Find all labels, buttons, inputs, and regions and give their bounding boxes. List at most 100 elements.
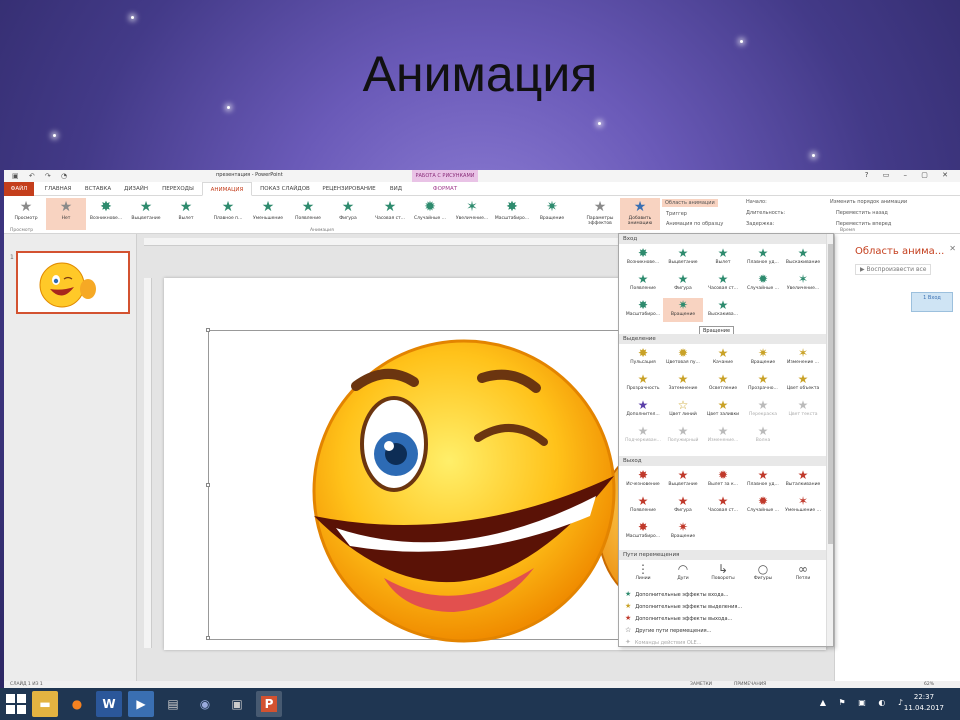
animation-list-item[interactable]: 1 Вход [911, 292, 953, 312]
tab-animation[interactable]: АНИМАЦИЯ [202, 182, 252, 196]
effect-swivel[interactable]: ✷ Вращение [532, 198, 572, 230]
effect-zoom[interactable]: ✸ Масштабиро... [492, 198, 532, 230]
gallery-exit-zoom[interactable]: ✸ Масштабиро... [623, 520, 663, 544]
effect-fade[interactable]: ★ Выцветание [126, 198, 166, 230]
gallery-scrollbar[interactable] [826, 234, 833, 646]
gallery-emphasis-spin[interactable]: ✷ Вращение [743, 346, 783, 370]
network-icon[interactable]: ◉ [192, 691, 218, 717]
gallery-entrance-fly[interactable]: ★ Вылет [703, 246, 743, 270]
explorer-icon[interactable]: ▬ [32, 691, 58, 717]
gallery-exit-wheel[interactable]: ★ Часовая ст... [703, 494, 743, 518]
effect-wheel[interactable]: ★ Часовая ст... [370, 198, 410, 230]
gallery-entrance-wheel[interactable]: ★ Часовая ст... [703, 272, 743, 296]
resize-handle[interactable] [206, 636, 210, 640]
media-icon[interactable]: ▶ [128, 691, 154, 717]
gallery-emphasis-transparent[interactable]: ★ Прозрачно... [743, 372, 783, 396]
folder-icon[interactable]: ▤ [160, 691, 186, 717]
gallery-emphasis-lighten[interactable]: ★ Осветление [703, 372, 743, 396]
effect-grow[interactable]: ✶ Увеличение... [452, 198, 492, 230]
gallery-exit-swivel[interactable]: ✷ Вращение [663, 520, 703, 544]
gallery-emphasis-complementary[interactable]: ★ Дополнител... [623, 398, 663, 422]
effect-float[interactable]: ★ Плавное п... [208, 198, 248, 230]
gallery-exit-shrink[interactable]: ✶ Уменьшение ... [783, 494, 823, 518]
resize-handle[interactable] [206, 328, 210, 332]
gallery-exit-random[interactable]: ✹ Случайные ... [743, 494, 783, 518]
effect-wipe[interactable]: ★ Появление [288, 198, 328, 230]
slide-thumbnail[interactable] [16, 251, 130, 314]
gallery-entrance-wipe[interactable]: ★ Появление [623, 272, 663, 296]
gallery-emphasis-object-color[interactable]: ★ Цвет объекта [783, 372, 823, 396]
gallery-path-loops[interactable]: ∞ Петли [783, 562, 823, 586]
vm-icon[interactable]: ▣ [224, 691, 250, 717]
firefox-icon[interactable]: ● [64, 691, 90, 717]
scrollbar-thumb[interactable] [828, 244, 833, 544]
move-earlier-button[interactable]: Переместить назад [836, 210, 888, 216]
gallery-entrance-swivel[interactable]: ✷ Вращение [663, 298, 703, 322]
gallery-exit-shape[interactable]: ★ Фигура [663, 494, 703, 518]
tab-home[interactable]: ГЛАВНАЯ [38, 182, 78, 196]
add-animation-button[interactable]: ★ Добавить анимацию [620, 198, 660, 230]
effect-options-button[interactable]: ★ Параметры эффектов [580, 198, 620, 230]
word-icon[interactable]: W [96, 691, 122, 717]
tab-file[interactable]: ФАЙЛ [4, 182, 34, 196]
gallery-exit-wipe[interactable]: ★ Появление [623, 494, 663, 518]
gallery-entrance-fade[interactable]: ★ Выцветание [663, 246, 703, 270]
gallery-emphasis-fill-color[interactable]: ★ Цвет заливки [703, 398, 743, 422]
move-later-button[interactable]: Переместить вперед [836, 221, 891, 227]
gallery-exit-float[interactable]: ★ Плавное уд... [743, 468, 783, 492]
start-button[interactable] [6, 694, 26, 714]
gallery-entrance-zoom[interactable]: ✸ Масштабиро... [623, 298, 663, 322]
gallery-exit-fade[interactable]: ★ Выцветание [663, 468, 703, 492]
notes-button[interactable]: ЗАМЕТКИ [690, 681, 712, 688]
animation-pane-button[interactable]: Область анимации [662, 199, 718, 207]
gallery-entrance-appear[interactable]: ✸ Возникнове... [623, 246, 663, 270]
tab-view[interactable]: ВИД [382, 182, 410, 196]
more-entrance-effects[interactable]: ★ Дополнительные эффекты входа... [625, 590, 728, 598]
gallery-entrance-grow[interactable]: ✶ Увеличение... [783, 272, 823, 296]
gallery-entrance-bounce[interactable]: ★ Выскакива... [703, 298, 743, 322]
gallery-path-lines[interactable]: ⋮ Линии [623, 562, 663, 586]
more-motion-paths[interactable]: ☆ Другие пути перемещения... [625, 626, 711, 634]
gallery-emphasis-grow[interactable]: ✶ Изменение ... [783, 346, 823, 370]
gallery-exit-fly[interactable]: ✹ Вылет за к... [703, 468, 743, 492]
play-all-button[interactable]: ▶ Воспроизвести все [855, 264, 932, 275]
more-exit-effects[interactable]: ★ Дополнительные эффекты выхода... [625, 614, 732, 622]
gallery-emphasis-transparency[interactable]: ★ Прозрачность [623, 372, 663, 396]
gallery-path-shapes[interactable]: ○ Фигуры [743, 562, 783, 586]
gallery-entrance-random[interactable]: ✹ Случайные ... [743, 272, 783, 296]
effect-appear[interactable]: ✸ Возникнове... [86, 198, 126, 230]
system-tray-icons[interactable]: ▲ ⚑ ▣ ◐ ♪ [820, 698, 908, 707]
trigger-button[interactable]: Триггер [666, 211, 687, 217]
effect-shape[interactable]: ★ Фигура [328, 198, 368, 230]
gallery-emphasis-color-pulse[interactable]: ✹ Цветовая пу... [663, 346, 703, 370]
window-controls[interactable]: ? ▭ – ▢ ✕ [865, 171, 954, 179]
tab-review[interactable]: РЕЦЕНЗИРОВАНИЕ [318, 182, 380, 196]
gallery-emphasis-pulse[interactable]: ✸ Пульсация [623, 346, 663, 370]
comments-button[interactable]: ПРИМЕЧАНИЯ [734, 681, 766, 688]
gallery-path-turns[interactable]: ↳ Повороты [703, 562, 743, 586]
tab-transitions[interactable]: ПЕРЕХОДЫ [156, 182, 200, 196]
more-emphasis-effects[interactable]: ★ Дополнительные эффекты выделения... [625, 602, 742, 610]
effect-random[interactable]: ✹ Случайные ... [410, 198, 450, 230]
effect-split[interactable]: ★ Уменьшение [248, 198, 288, 230]
zoom-level[interactable]: 62% [924, 681, 934, 688]
gallery-entrance-float[interactable]: ★ Плавное уд... [743, 246, 783, 270]
tab-insert[interactable]: ВСТАВКА [80, 182, 116, 196]
effect-fly[interactable]: ★ Вылет [166, 198, 206, 230]
animation-painter-button[interactable]: Анимация по образцу [666, 221, 723, 227]
gallery-emphasis-line-color[interactable]: ☆ Цвет линий [663, 398, 703, 422]
gallery-emphasis-darken[interactable]: ★ Затемнение [663, 372, 703, 396]
gallery-emphasis-teeter[interactable]: ★ Качание [703, 346, 743, 370]
tab-format[interactable]: ФОРМАТ [414, 182, 476, 196]
quick-access-toolbar[interactable]: ▣ ↶ ↷ ◔ [12, 172, 71, 180]
effect-none[interactable]: ★ Нет [46, 198, 86, 230]
gallery-entrance-shape[interactable]: ★ Фигура [663, 272, 703, 296]
clock[interactable]: 22:37 11.04.2017 [904, 692, 944, 714]
gallery-exit-disappear[interactable]: ✸ Исчезновение [623, 468, 663, 492]
close-icon[interactable]: ✕ [949, 244, 956, 253]
tab-design[interactable]: ДИЗАЙН [118, 182, 154, 196]
gallery-entrance-split[interactable]: ★ Выскакивание [783, 246, 823, 270]
gallery-exit-split[interactable]: ★ Выталкивание [783, 468, 823, 492]
tab-slideshow[interactable]: ПОКАЗ СЛАЙДОВ [254, 182, 316, 196]
gallery-path-arcs[interactable]: ◠ Дуги [663, 562, 703, 586]
